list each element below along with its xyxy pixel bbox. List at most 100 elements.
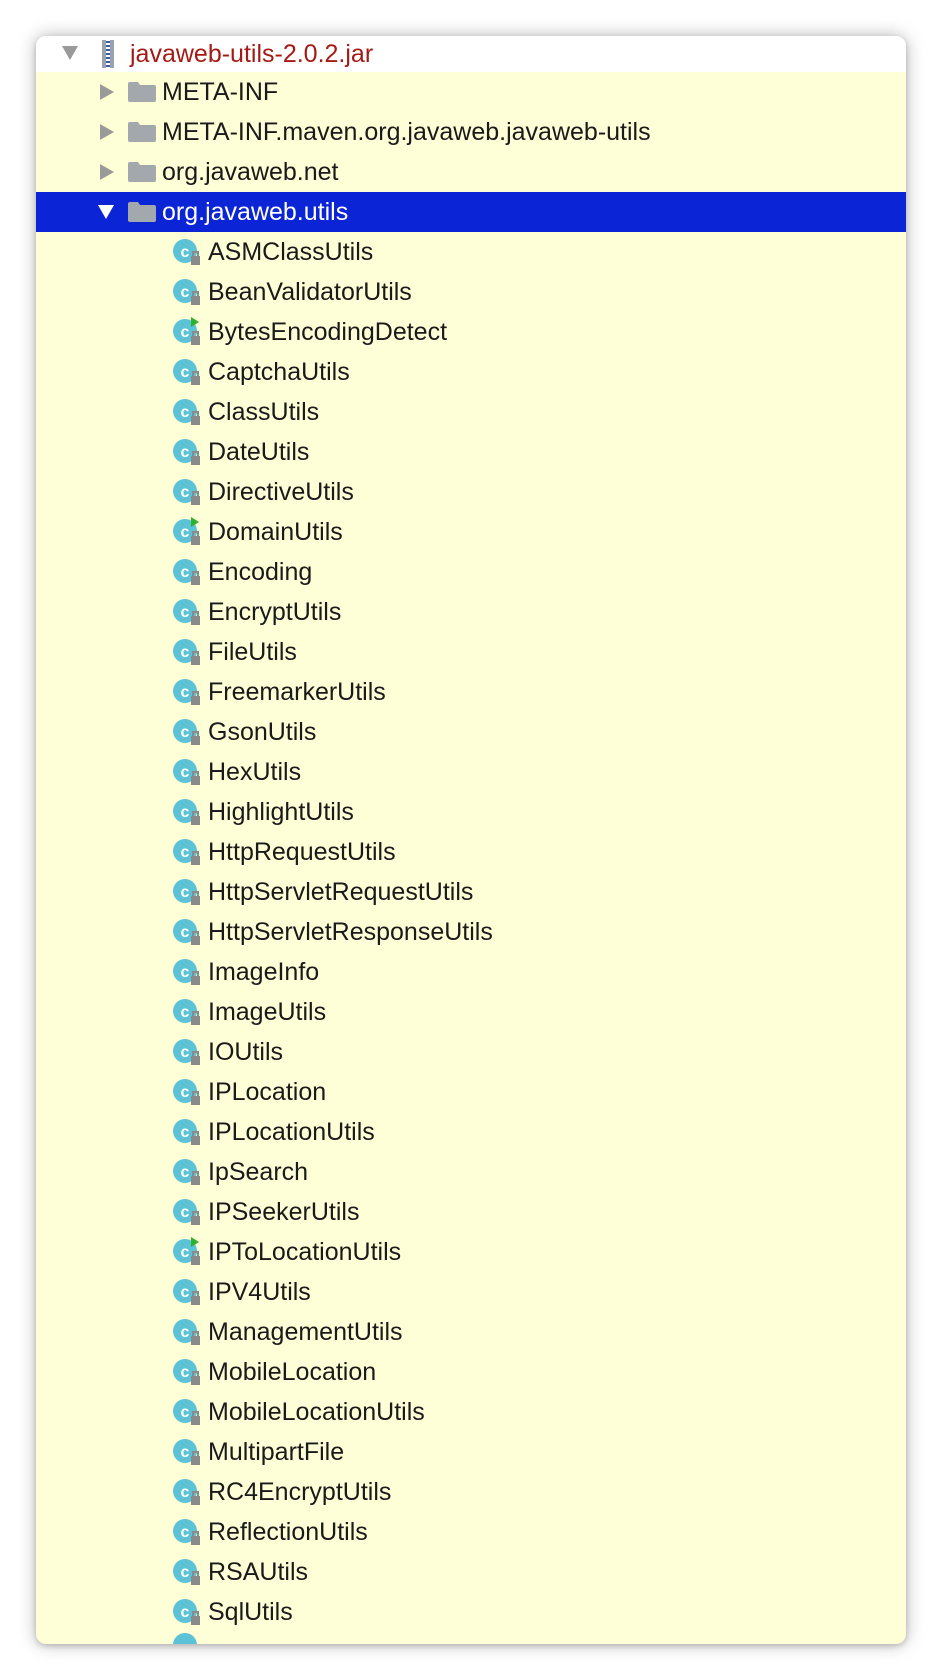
svg-text:c: c: [181, 364, 190, 381]
class-row[interactable]: c MobileLocation: [36, 1352, 906, 1392]
collapse-arrow-icon[interactable]: [100, 164, 114, 180]
tree-root-row[interactable]: javaweb-utils-2.0.2.jar: [36, 36, 906, 72]
class-row[interactable]: c FileUtils: [36, 632, 906, 672]
svg-text:c: c: [181, 684, 190, 701]
class-row[interactable]: c BeanValidatorUtils: [36, 272, 906, 312]
class-row[interactable]: c HttpServletRequestUtils: [36, 872, 906, 912]
class-icon: c: [173, 1559, 200, 1585]
class-icon: c: [173, 679, 200, 705]
class-row[interactable]: c Encoding: [36, 552, 906, 592]
class-row[interactable]: c ReflectionUtils: [36, 1512, 906, 1552]
svg-text:c: c: [181, 1044, 190, 1061]
class-icon: c: [173, 919, 200, 945]
class-label: Encoding: [208, 558, 313, 586]
class-label: CaptchaUtils: [208, 358, 350, 386]
folder-label: META-INF: [162, 78, 279, 106]
svg-text:c: c: [181, 1004, 190, 1021]
class-row[interactable]: c ManagementUtils: [36, 1312, 906, 1352]
class-row[interactable]: c IPLocationUtils: [36, 1112, 906, 1152]
folder-row[interactable]: org.javaweb.net: [36, 152, 906, 192]
class-row[interactable]: c RC4EncryptUtils: [36, 1472, 906, 1512]
svg-text:c: c: [181, 324, 190, 341]
class-icon: c: [173, 1399, 200, 1425]
jar-file-label: javaweb-utils-2.0.2.jar: [130, 40, 374, 68]
folder-icon: [128, 202, 156, 222]
collapse-arrow-icon[interactable]: [100, 124, 114, 140]
class-row[interactable]: c DomainUtils: [36, 512, 906, 552]
class-row[interactable]: c HexUtils: [36, 752, 906, 792]
class-label: IPSeekerUtils: [208, 1198, 360, 1226]
class-row[interactable]: c HttpServletResponseUtils: [36, 912, 906, 952]
class-label: BeanValidatorUtils: [208, 278, 412, 306]
class-row[interactable]: c EncryptUtils: [36, 592, 906, 632]
tree-partial-next-row: [36, 1632, 906, 1644]
svg-text:c: c: [181, 924, 190, 941]
class-label: ImageUtils: [208, 998, 327, 1026]
folder-row[interactable]: org.javaweb.utils: [36, 192, 906, 232]
class-row[interactable]: c DateUtils: [36, 432, 906, 472]
class-row[interactable]: c ClassUtils: [36, 392, 906, 432]
project-tree-panel: javaweb-utils-2.0.2.jar META-INF META-INF…: [36, 36, 906, 1644]
class-row[interactable]: c BytesEncodingDetect: [36, 312, 906, 352]
class-icon: c: [173, 1159, 200, 1185]
expand-arrow-icon[interactable]: [62, 46, 78, 60]
class-row[interactable]: c SqlUtils: [36, 1592, 906, 1632]
class-icon: c: [173, 1039, 200, 1065]
class-label: ManagementUtils: [208, 1318, 403, 1346]
svg-text:c: c: [181, 1324, 190, 1341]
class-row[interactable]: c HttpRequestUtils: [36, 832, 906, 872]
runnable-class-icon: c: [173, 517, 200, 545]
class-label: HighlightUtils: [208, 798, 354, 826]
class-icon: c: [173, 479, 200, 505]
class-icon: c: [173, 439, 200, 465]
class-label: ImageInfo: [208, 958, 320, 986]
class-row[interactable]: c MobileLocationUtils: [36, 1392, 906, 1432]
class-row[interactable]: c FreemarkerUtils: [36, 672, 906, 712]
class-label: BytesEncodingDetect: [208, 318, 448, 346]
class-row[interactable]: c DirectiveUtils: [36, 472, 906, 512]
class-label: HttpRequestUtils: [208, 838, 396, 866]
class-row[interactable]: c ImageInfo: [36, 952, 906, 992]
folder-label: META-INF.maven.org.javaweb.javaweb-utils: [162, 118, 651, 146]
class-icon: c: [173, 799, 200, 825]
svg-text:c: c: [181, 764, 190, 781]
class-row[interactable]: c IPSeekerUtils: [36, 1192, 906, 1232]
class-label: MobileLocationUtils: [208, 1398, 425, 1426]
svg-text:c: c: [181, 1364, 190, 1381]
folder-row[interactable]: META-INF.maven.org.javaweb.javaweb-utils: [36, 112, 906, 152]
class-row[interactable]: c MultipartFile: [36, 1432, 906, 1472]
class-row[interactable]: c HighlightUtils: [36, 792, 906, 832]
svg-text:c: c: [181, 444, 190, 461]
class-row[interactable]: c ImageUtils: [36, 992, 906, 1032]
class-label: FreemarkerUtils: [208, 678, 386, 706]
class-icon: c: [173, 639, 200, 665]
class-icon: c: [173, 399, 200, 425]
class-icon: c: [173, 239, 200, 265]
class-row[interactable]: c IOUtils: [36, 1032, 906, 1072]
svg-text:c: c: [181, 1524, 190, 1541]
class-row[interactable]: c ASMClassUtils: [36, 232, 906, 272]
class-row[interactable]: c IpSearch: [36, 1152, 906, 1192]
svg-text:c: c: [181, 644, 190, 661]
class-row[interactable]: c RSAUtils: [36, 1552, 906, 1592]
class-label: IPV4Utils: [208, 1278, 311, 1306]
class-row[interactable]: c CaptchaUtils: [36, 352, 906, 392]
class-row[interactable]: c IPV4Utils: [36, 1272, 906, 1312]
collapse-arrow-icon[interactable]: [100, 84, 114, 100]
class-row[interactable]: c IPToLocationUtils: [36, 1232, 906, 1272]
class-label: SqlUtils: [208, 1598, 293, 1626]
class-icon: c: [173, 359, 200, 385]
class-label: IpSearch: [208, 1158, 309, 1186]
class-row[interactable]: c IPLocation: [36, 1072, 906, 1112]
class-icon: c: [173, 1359, 200, 1385]
class-label: IPLocation: [208, 1078, 327, 1106]
folder-row[interactable]: META-INF: [36, 72, 906, 112]
class-icon: c: [173, 999, 200, 1025]
class-icon: c: [173, 759, 200, 785]
class-row[interactable]: c GsonUtils: [36, 712, 906, 752]
class-label: RSAUtils: [208, 1558, 309, 1586]
svg-text:c: c: [181, 244, 190, 261]
class-label: IPLocationUtils: [208, 1118, 375, 1146]
expand-arrow-icon[interactable]: [98, 205, 114, 219]
class-label: HttpServletRequestUtils: [208, 878, 474, 906]
